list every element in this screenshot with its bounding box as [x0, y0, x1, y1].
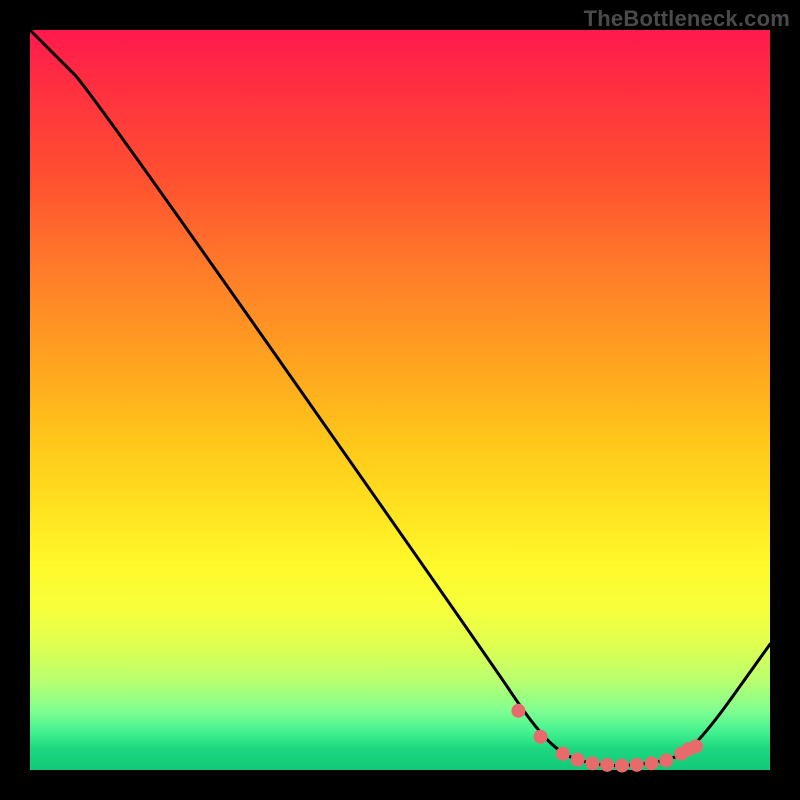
marker-point: [659, 753, 673, 767]
marker-point: [585, 756, 599, 770]
watermark-text: TheBottleneck.com: [584, 6, 790, 32]
marker-point: [689, 739, 703, 753]
plot-area: [30, 30, 770, 770]
chart-svg: [30, 30, 770, 770]
marker-point: [615, 759, 629, 773]
marker-point: [571, 753, 585, 767]
curve-markers: [511, 704, 703, 773]
chart-frame: TheBottleneck.com: [0, 0, 800, 800]
marker-point: [534, 730, 548, 744]
marker-point: [600, 758, 614, 772]
marker-point: [511, 704, 525, 718]
marker-point: [645, 756, 659, 770]
marker-point: [556, 747, 570, 761]
marker-point: [630, 758, 644, 772]
bottleneck-curve: [30, 30, 770, 766]
